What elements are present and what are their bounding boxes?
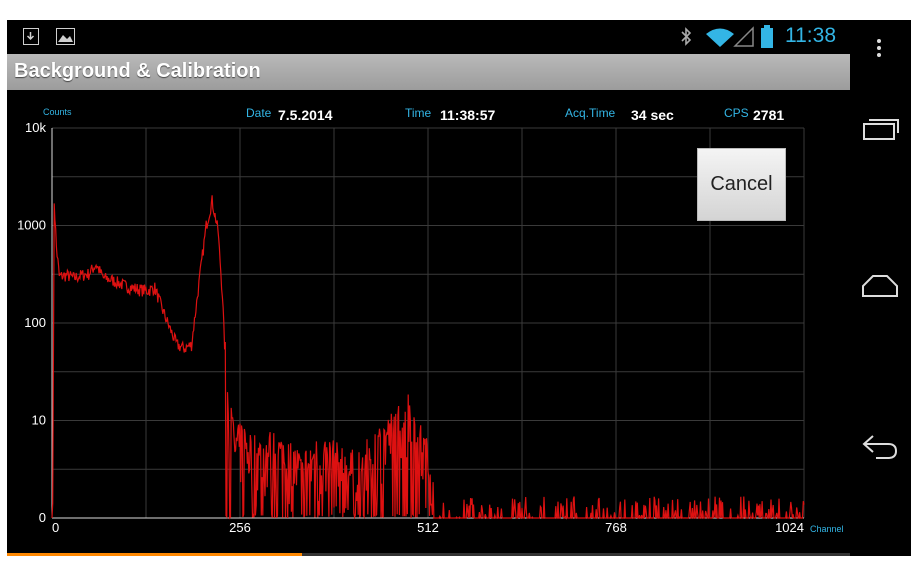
y-ticks: 0 10 100 1000 10k [17, 120, 46, 525]
date-value: 7.5.2014 [278, 107, 333, 123]
progress-bar [7, 553, 850, 556]
x-tick-label: 768 [605, 520, 627, 535]
y-axis-label: Counts [43, 107, 72, 117]
overflow-menu-icon[interactable] [875, 38, 883, 58]
y-tick-label: 10 [32, 413, 46, 428]
cps-value: 2781 [753, 107, 785, 123]
x-ticks: 0 256 512 768 1024 [52, 520, 804, 535]
app-title: Background & Calibration [14, 60, 261, 82]
navigation-bar [850, 20, 911, 556]
home-icon[interactable] [860, 273, 900, 299]
device-screen: 11:38 Background & Calibration 0 256 512 76… [7, 20, 911, 556]
time-value: 11:38:57 [440, 107, 496, 123]
x-tick-label: 1024 [775, 520, 804, 535]
date-label: Date [246, 106, 272, 120]
y-tick-label: 10k [25, 120, 46, 135]
acq-time-label: Acq.Time [565, 106, 616, 120]
signal-icon [733, 26, 754, 47]
bluetooth-icon [681, 27, 692, 46]
y-tick-label: 1000 [17, 218, 46, 233]
battery-icon [761, 25, 773, 48]
status-bar: 11:38 [7, 20, 850, 54]
x-tick-label: 256 [229, 520, 251, 535]
download-notification-icon [23, 28, 39, 45]
clock-time: 11:38 [785, 24, 836, 47]
back-icon[interactable] [860, 433, 900, 463]
time-label: Time [405, 106, 432, 120]
y-tick-label: 0 [39, 510, 46, 525]
acq-time-value: 34 sec [631, 107, 674, 123]
progress-fill [7, 553, 303, 556]
cps-label: CPS [724, 106, 749, 120]
y-tick-label: 100 [24, 315, 46, 330]
recent-apps-icon[interactable] [860, 115, 900, 143]
x-tick-label: 512 [417, 520, 439, 535]
x-tick-label: 0 [52, 520, 59, 535]
cancel-button[interactable]: Cancel [697, 148, 786, 221]
image-notification-icon [56, 28, 75, 45]
x-axis-label: Channel [810, 524, 844, 534]
app-title-bar: Background & Calibration [7, 54, 850, 90]
